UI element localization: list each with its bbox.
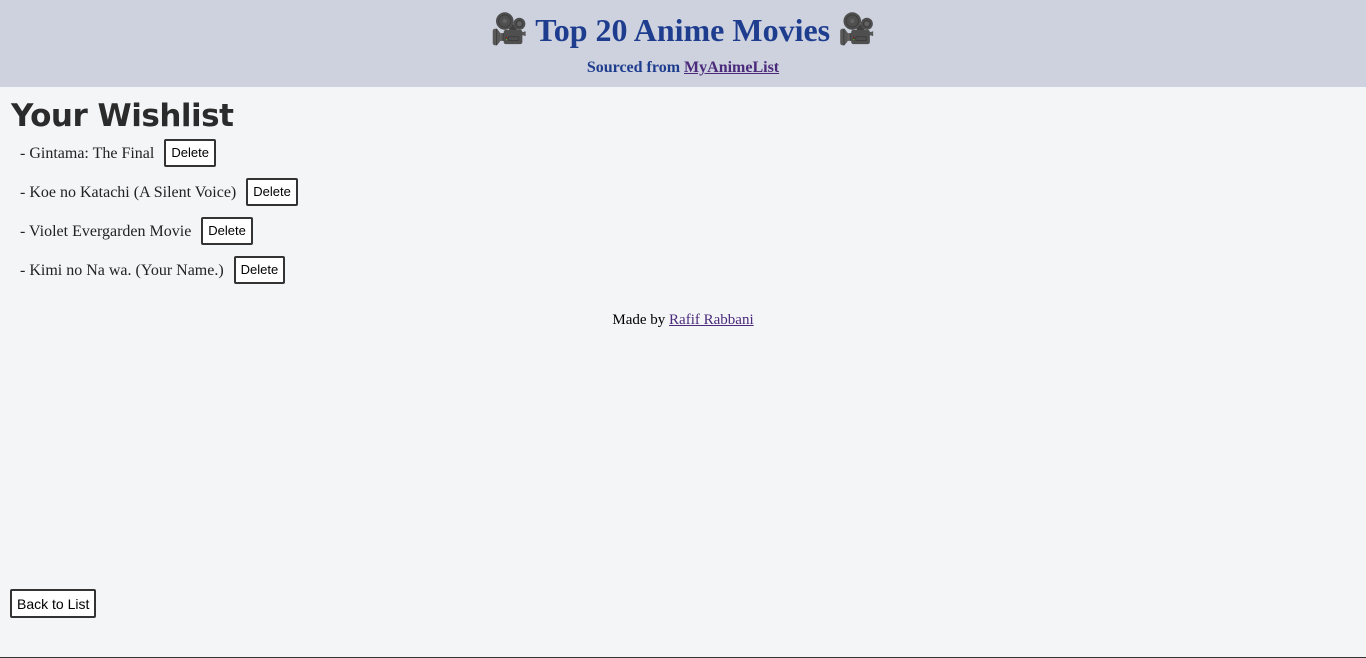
movie-camera-icon: 🎥	[838, 12, 876, 47]
wishlist-item-title: - Koe no Katachi (A Silent Voice)	[20, 184, 237, 201]
source-prefix: Sourced from	[586, 59, 681, 76]
page-title: 🎥 Top 20 Anime Movies 🎥	[0, 8, 1366, 52]
source-line: Sourced from MyAnimeList	[0, 58, 1366, 78]
myanimelist-link[interactable]: MyAnimeList	[684, 59, 779, 76]
delete-button[interactable]: Delete	[233, 256, 286, 284]
wishlist-heading: Your Wishlist	[11, 98, 234, 134]
page-title-text: Top 20 Anime Movies	[535, 12, 831, 48]
wishlist: - Gintama: The Final Delete - Koe no Kat…	[20, 139, 298, 295]
delete-button[interactable]: Delete	[201, 217, 253, 245]
wishlist-item: - Koe no Katachi (A Silent Voice) Delete	[20, 178, 298, 217]
back-to-list-button[interactable]: Back to List	[10, 589, 97, 618]
author-link[interactable]: Rafif Rabbani	[669, 312, 754, 328]
wishlist-item-title: - Kimi no Na wa. (Your Name.)	[20, 262, 224, 279]
delete-button[interactable]: Delete	[164, 139, 216, 167]
wishlist-item: - Kimi no Na wa. (Your Name.) Delete	[20, 256, 298, 295]
credit-prefix: Made by	[612, 312, 666, 328]
delete-button[interactable]: Delete	[246, 178, 298, 206]
footer-credit: Made by Rafif Rabbani	[0, 310, 1366, 330]
wishlist-item: - Gintama: The Final Delete	[20, 139, 298, 178]
wishlist-item-title: - Violet Evergarden Movie	[20, 223, 192, 240]
wishlist-item-title: - Gintama: The Final	[20, 145, 155, 162]
movie-camera-icon: 🎥	[490, 12, 528, 47]
site-header: 🎥 Top 20 Anime Movies 🎥 Sourced from MyA…	[0, 0, 1366, 87]
wishlist-item: - Violet Evergarden Movie Delete	[20, 217, 298, 256]
